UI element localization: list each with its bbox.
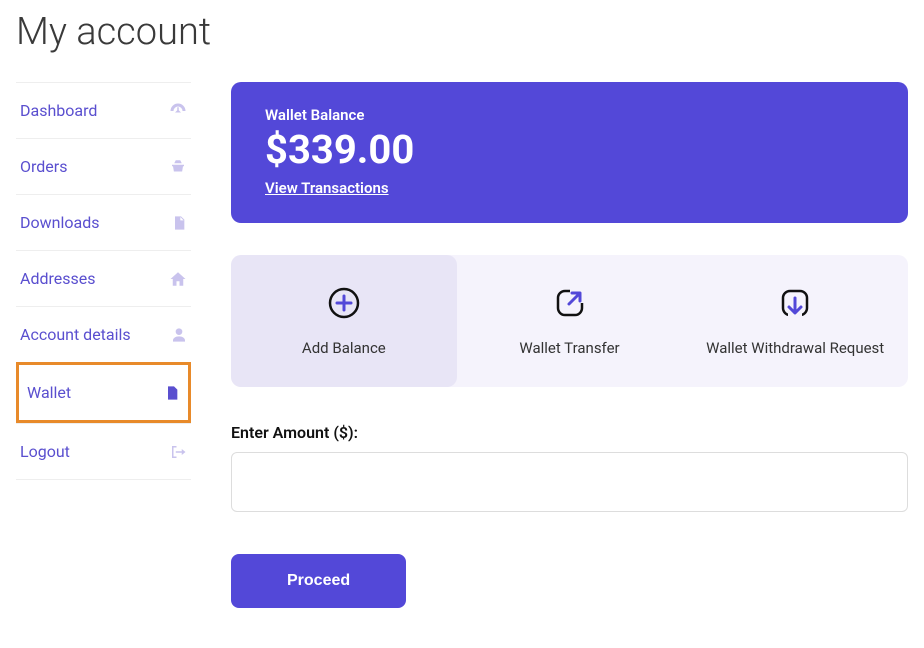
balance-amount: $339.00 bbox=[265, 126, 874, 173]
sidebar-item-label: Dashboard bbox=[20, 101, 97, 120]
external-arrow-icon bbox=[552, 285, 588, 321]
amount-label: Enter Amount ($): bbox=[231, 423, 908, 442]
sidebar-item-account-details[interactable]: Account details bbox=[16, 306, 191, 362]
logout-icon bbox=[169, 443, 187, 461]
sidebar-item-label: Downloads bbox=[20, 213, 99, 232]
file-icon bbox=[171, 214, 187, 232]
download-square-icon bbox=[777, 285, 813, 321]
sidebar-item-label: Logout bbox=[20, 442, 70, 461]
sidebar-item-dashboard[interactable]: Dashboard bbox=[16, 82, 191, 138]
sidebar-item-label: Account details bbox=[20, 325, 131, 344]
sidebar-item-addresses[interactable]: Addresses bbox=[16, 250, 191, 306]
basket-icon bbox=[169, 158, 187, 176]
balance-card: Wallet Balance $339.00 View Transactions bbox=[231, 82, 908, 223]
user-icon bbox=[171, 326, 187, 344]
sidebar-item-wallet[interactable]: Wallet bbox=[16, 362, 191, 423]
action-label: Wallet Withdrawal Request bbox=[706, 339, 884, 357]
view-transactions-link[interactable]: View Transactions bbox=[265, 179, 874, 197]
plus-circle-icon bbox=[326, 285, 362, 321]
sidebar-item-label: Addresses bbox=[20, 269, 96, 288]
main-content: Wallet Balance $339.00 View Transactions… bbox=[231, 82, 908, 608]
sidebar: Dashboard Orders Downloads Addresses Acc bbox=[16, 82, 191, 608]
action-wallet-withdrawal[interactable]: Wallet Withdrawal Request bbox=[682, 255, 908, 387]
action-label: Wallet Transfer bbox=[519, 339, 619, 357]
action-add-balance[interactable]: Add Balance bbox=[231, 255, 457, 387]
sidebar-item-logout[interactable]: Logout bbox=[16, 423, 191, 480]
document-icon bbox=[164, 384, 180, 402]
amount-input[interactable] bbox=[231, 452, 908, 512]
action-label: Add Balance bbox=[302, 339, 386, 357]
sidebar-item-label: Orders bbox=[20, 157, 67, 176]
page-title: My account bbox=[16, 10, 908, 54]
balance-label: Wallet Balance bbox=[265, 106, 874, 124]
sidebar-item-downloads[interactable]: Downloads bbox=[16, 194, 191, 250]
proceed-button[interactable]: Proceed bbox=[231, 554, 406, 608]
home-icon bbox=[169, 270, 187, 288]
layout: Dashboard Orders Downloads Addresses Acc bbox=[16, 82, 908, 608]
wallet-actions: Add Balance Wallet Transfer bbox=[231, 255, 908, 387]
dashboard-icon bbox=[169, 102, 187, 120]
sidebar-item-label: Wallet bbox=[27, 383, 71, 402]
sidebar-item-orders[interactable]: Orders bbox=[16, 138, 191, 194]
action-wallet-transfer[interactable]: Wallet Transfer bbox=[457, 255, 683, 387]
